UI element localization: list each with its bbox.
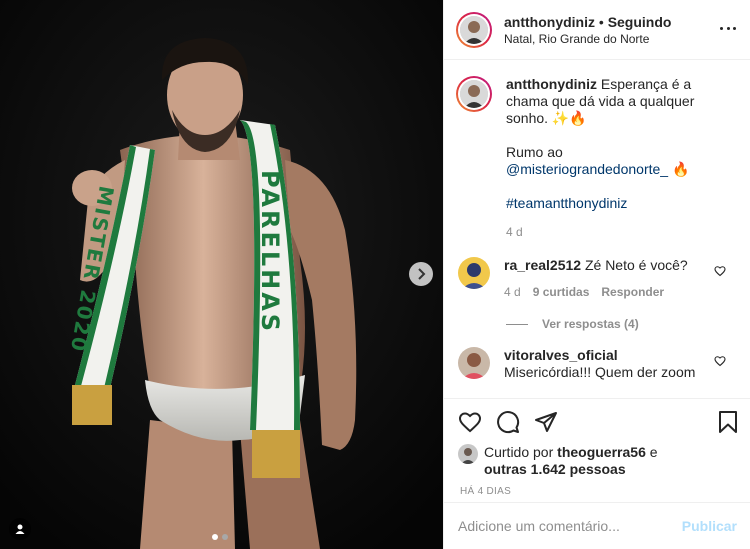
comment-username[interactable]: ra_real2512: [504, 257, 581, 273]
caption-rumo-text: Rumo ao: [506, 144, 563, 160]
comment-item: ra_real2512 Zé Neto é você? 4 d 9 curtid…: [456, 257, 738, 301]
liked-by-conjunction: e: [649, 444, 658, 460]
follow-status-button[interactable]: Seguindo: [608, 14, 672, 30]
caption-avatar[interactable]: [456, 76, 492, 112]
post-media[interactable]: MISTER 2020 PARELHAS: [0, 0, 443, 549]
instagram-post: MISTER 2020 PARELHAS antthonydiniz • Seg…: [0, 0, 750, 549]
comment-like-heart-icon[interactable]: [714, 355, 726, 367]
comment-item: vitoralves_oficial Misericórdia!!! Quem …: [456, 347, 738, 381]
share-direct-icon[interactable]: [534, 410, 558, 434]
avatar[interactable]: [456, 11, 492, 48]
caption-username[interactable]: antthonydiniz: [506, 76, 597, 92]
comment-text: Misericórdia!!! Quem der zoom: [504, 364, 696, 380]
caption-emoji: 🔥: [668, 161, 690, 177]
likes-count-button[interactable]: outras 1.642 pessoas: [484, 461, 626, 477]
caption-time: 4 d: [506, 225, 523, 239]
action-bar: [444, 398, 750, 444]
comment-bubble-icon[interactable]: [496, 410, 520, 434]
caption: antthonydiniz Esperança é a chama que dá…: [456, 76, 738, 241]
hashtag-link[interactable]: #teamantthonydiniz: [506, 195, 627, 211]
likes-summary: Curtido por theoguerra56 e outras 1.642 …: [444, 444, 750, 478]
comment-username[interactable]: vitoralves_oficial: [504, 347, 618, 363]
post-sidebar: antthonydiniz • Seguindo Natal, Rio Gran…: [443, 0, 750, 549]
comment-avatar-photo: [458, 257, 490, 289]
comment-time: 4 d: [504, 285, 521, 299]
carousel-dot: [222, 534, 228, 540]
profile-photo: [460, 15, 488, 44]
mention-link[interactable]: @misteriograndedonorte_: [506, 161, 668, 177]
header-username[interactable]: antthonydiniz: [504, 14, 595, 30]
location-link[interactable]: Natal, Rio Grande do Norte: [504, 31, 671, 47]
bookmark-icon[interactable]: [716, 410, 740, 434]
comment-avatar[interactable]: [458, 257, 490, 289]
tagged-users-button[interactable]: [9, 518, 31, 540]
comment-text: Zé Neto é você?: [584, 257, 688, 273]
like-heart-icon[interactable]: [458, 410, 482, 434]
liker-photo: [458, 444, 478, 464]
liked-by-prefix: Curtido por: [484, 444, 554, 460]
next-slide-button[interactable]: [409, 262, 433, 286]
publish-button[interactable]: Publicar: [682, 518, 737, 534]
view-replies-button[interactable]: Ver respostas (4): [506, 317, 738, 331]
reply-button[interactable]: Responder: [601, 284, 664, 301]
user-tag-icon: [15, 524, 25, 534]
more-options-icon[interactable]: [720, 20, 736, 36]
comment-likes[interactable]: 9 curtidas: [533, 284, 590, 301]
add-comment-bar: Publicar: [444, 502, 750, 549]
liker-avatar[interactable]: [458, 444, 478, 464]
profile-photo: [460, 80, 488, 108]
view-replies-label: Ver respostas (4): [542, 317, 639, 331]
carousel-indicator: [212, 534, 228, 540]
post-time-ago[interactable]: HÁ 4 DIAS: [444, 478, 750, 497]
comment-input[interactable]: [458, 518, 682, 534]
header-separator: •: [598, 13, 604, 30]
comments-section[interactable]: antthonydiniz Esperança é a chama que dá…: [444, 60, 750, 398]
comment-like-heart-icon[interactable]: [714, 265, 726, 277]
liker-username[interactable]: theoguerra56: [557, 444, 646, 460]
post-header: antthonydiniz • Seguindo Natal, Rio Gran…: [444, 0, 750, 60]
comment-avatar[interactable]: [458, 347, 490, 379]
comment-avatar-photo: [458, 347, 490, 379]
post-photo: MISTER 2020 PARELHAS: [0, 0, 443, 549]
sash-right-text: PARELHAS: [256, 170, 284, 334]
chevron-right-icon: [418, 268, 426, 280]
carousel-dot-active: [212, 534, 218, 540]
